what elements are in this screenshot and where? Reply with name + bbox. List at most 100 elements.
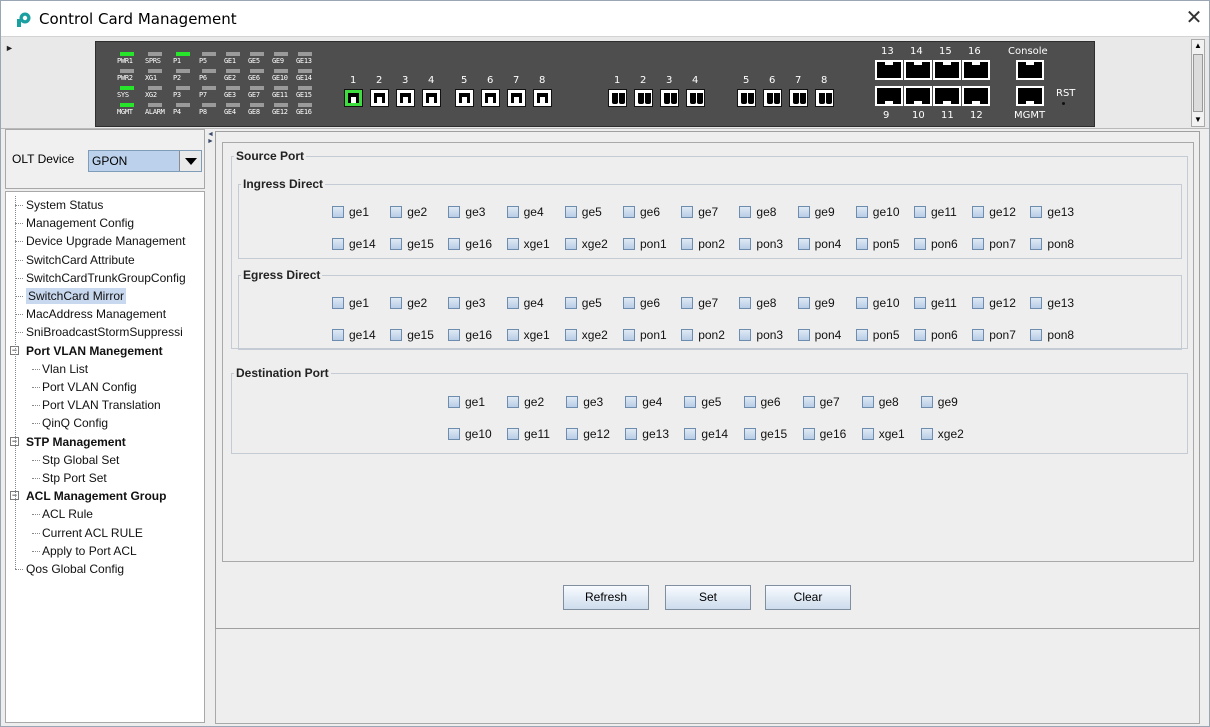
port-checkbox-ge15[interactable]: ge15	[390, 236, 434, 252]
checkbox-box[interactable]	[506, 329, 519, 341]
checkbox-box[interactable]	[797, 329, 810, 341]
port-checkbox-pon4[interactable]: pon4	[797, 236, 841, 252]
port-checkbox-ge1[interactable]: ge1	[332, 295, 369, 311]
checkbox-box[interactable]	[507, 428, 520, 440]
port-checkbox-ge16[interactable]: ge16	[448, 327, 492, 343]
port-checkbox-ge4[interactable]: ge4	[506, 204, 544, 220]
nav-item-system-status[interactable]: System Status	[26, 197, 103, 213]
nav-item-switchcard-attribute[interactable]: SwitchCard Attribute	[26, 252, 135, 268]
port-checkbox-pon4[interactable]: pon4	[797, 327, 841, 343]
checkbox-box[interactable]	[920, 428, 933, 440]
reset-button-icon[interactable]	[1062, 102, 1065, 105]
port-checkbox-xge1[interactable]: xge1	[506, 236, 550, 252]
checkbox-box[interactable]	[739, 297, 752, 309]
checkbox-box[interactable]	[855, 329, 868, 341]
nav-item-qos-global-config[interactable]: Qos Global Config	[26, 561, 124, 577]
checkbox-box[interactable]	[861, 428, 874, 440]
checkbox-box[interactable]	[797, 238, 810, 250]
sfp-port-icon[interactable]	[608, 89, 627, 107]
checkbox-box[interactable]	[684, 396, 697, 408]
nav-item-switchcardtrunkgroupconfig[interactable]: SwitchCardTrunkGroupConfig	[26, 270, 186, 286]
gigabit-port-icon[interactable]	[933, 86, 961, 106]
checkbox-box[interactable]	[797, 297, 810, 309]
port-checkbox-ge11[interactable]: ge11	[507, 426, 550, 442]
checkbox-box[interactable]	[855, 206, 868, 218]
port-checkbox-ge3[interactable]: ge3	[448, 295, 485, 311]
port-checkbox-ge15[interactable]: ge15	[743, 426, 787, 442]
nav-item-current-acl-rule[interactable]: Current ACL RULE	[42, 525, 143, 541]
port-checkbox-ge9[interactable]: ge9	[797, 204, 835, 220]
checkbox-box[interactable]	[625, 396, 638, 408]
scroll-up-icon[interactable]: ▲	[1193, 41, 1203, 51]
checkbox-box[interactable]	[972, 297, 985, 309]
port-checkbox-ge3[interactable]: ge3	[448, 204, 485, 220]
port-checkbox-ge10[interactable]: ge10	[448, 426, 492, 442]
checkbox-box[interactable]	[681, 206, 694, 218]
checkbox-box[interactable]	[802, 396, 815, 408]
mgmt-port-icon[interactable]	[1016, 86, 1044, 106]
sfp-port-icon[interactable]	[763, 89, 782, 107]
port-checkbox-ge10[interactable]: ge10	[855, 295, 900, 311]
port-checkbox-ge7[interactable]: ge7	[802, 394, 840, 410]
checkbox-box[interactable]	[390, 297, 403, 309]
sfp-port-icon[interactable]	[815, 89, 834, 107]
port-checkbox-pon3[interactable]: pon3	[739, 236, 783, 252]
checkbox-box[interactable]	[681, 329, 694, 341]
gigabit-port-icon[interactable]	[962, 86, 990, 106]
scroll-down-icon[interactable]: ▼	[1193, 115, 1203, 125]
nav-item-stp-global-set[interactable]: Stp Global Set	[42, 452, 119, 468]
gigabit-port-icon[interactable]	[904, 86, 932, 106]
port-checkbox-ge9[interactable]: ge9	[797, 295, 835, 311]
checkbox-box[interactable]	[506, 297, 519, 309]
port-checkbox-xge1[interactable]: xge1	[861, 426, 905, 442]
port-checkbox-pon5[interactable]: pon5	[855, 327, 900, 343]
checkbox-box[interactable]	[861, 396, 874, 408]
nav-item-macaddress-management[interactable]: MacAddress Management	[26, 306, 166, 322]
port-checkbox-xge2[interactable]: xge2	[564, 236, 608, 252]
checkbox-box[interactable]	[743, 428, 756, 440]
nav-item-stp-management[interactable]: STP Management	[26, 434, 126, 450]
checkbox-box[interactable]	[681, 297, 694, 309]
port-checkbox-ge11[interactable]: ge11	[914, 204, 957, 220]
port-checkbox-ge8[interactable]: ge8	[739, 204, 776, 220]
port-checkbox-ge6[interactable]: ge6	[623, 204, 660, 220]
rj45-port-icon[interactable]	[396, 89, 415, 107]
checkbox-box[interactable]	[448, 396, 460, 408]
port-checkbox-ge10[interactable]: ge10	[855, 204, 900, 220]
port-checkbox-pon5[interactable]: pon5	[855, 236, 900, 252]
pane-splitter[interactable]: ◄ ►	[206, 129, 214, 724]
rj45-port-icon[interactable]	[370, 89, 389, 107]
rj45-port-icon[interactable]	[507, 89, 526, 107]
checkbox-box[interactable]	[390, 238, 403, 250]
port-checkbox-ge14[interactable]: ge14	[332, 327, 376, 343]
checkbox-box[interactable]	[920, 396, 933, 408]
checkbox-box[interactable]	[506, 238, 519, 250]
port-checkbox-pon1[interactable]: pon1	[623, 236, 667, 252]
checkbox-box[interactable]	[507, 396, 520, 408]
port-checkbox-ge2[interactable]: ge2	[507, 394, 544, 410]
port-checkbox-pon8[interactable]: pon8	[1030, 236, 1074, 252]
port-checkbox-ge13[interactable]: ge13	[1030, 295, 1074, 311]
rj45-port-icon[interactable]	[344, 89, 363, 107]
port-checkbox-ge6[interactable]: ge6	[743, 394, 781, 410]
port-checkbox-ge5[interactable]: ge5	[564, 295, 602, 311]
port-checkbox-ge5[interactable]: ge5	[564, 204, 602, 220]
nav-item-management-config[interactable]: Management Config	[26, 215, 134, 231]
checkbox-box[interactable]	[390, 206, 403, 218]
clear-button[interactable]: Clear	[765, 585, 851, 610]
port-checkbox-pon6[interactable]: pon6	[914, 327, 958, 343]
checkbox-box[interactable]	[914, 206, 926, 218]
gigabit-port-icon[interactable]	[962, 60, 990, 80]
scroll-thumb[interactable]	[1193, 54, 1203, 112]
checkbox-box[interactable]	[564, 238, 577, 250]
port-checkbox-ge13[interactable]: ge13	[625, 426, 669, 442]
checkbox-box[interactable]	[564, 206, 577, 218]
checkbox-box[interactable]	[802, 428, 815, 440]
port-checkbox-ge1[interactable]: ge1	[448, 394, 485, 410]
port-checkbox-ge2[interactable]: ge2	[390, 204, 427, 220]
set-button[interactable]: Set	[665, 585, 751, 610]
checkbox-box[interactable]	[739, 329, 752, 341]
sfp-port-icon[interactable]	[634, 89, 653, 107]
checkbox-box[interactable]	[448, 238, 461, 250]
port-checkbox-ge15[interactable]: ge15	[390, 327, 434, 343]
